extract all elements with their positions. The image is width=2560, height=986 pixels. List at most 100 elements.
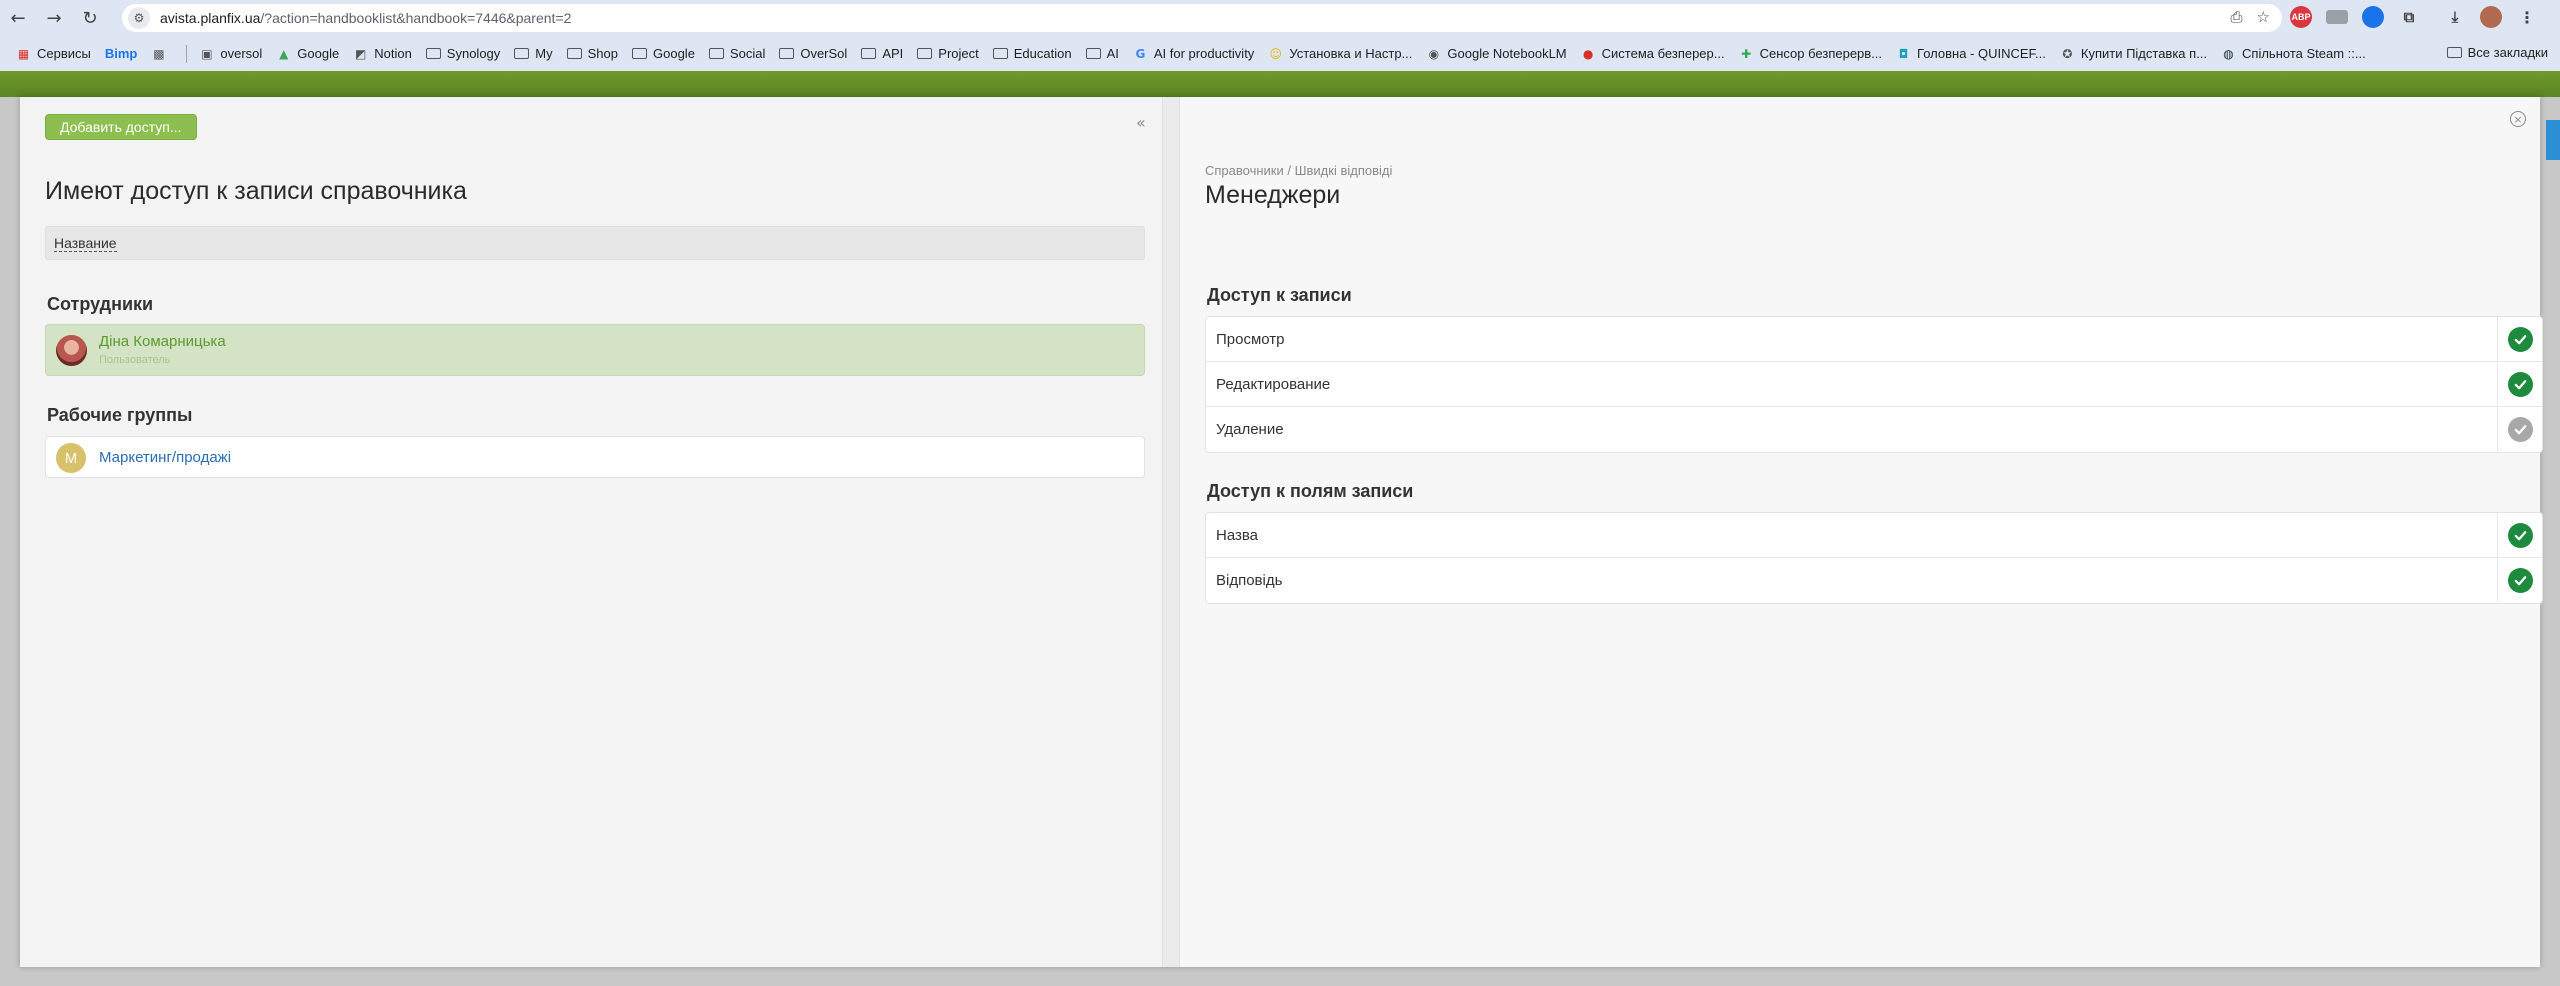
folder-icon [425, 48, 441, 59]
browser-menu-icon[interactable]: ⋮ [2516, 6, 2538, 28]
bookmark-ai-productivity[interactable]: G AI for productivity [1133, 46, 1254, 61]
back-button[interactable]: ← [0, 0, 36, 36]
bookmark-folder-ai[interactable]: AI [1085, 46, 1119, 61]
google-icon: G [1135, 46, 1146, 61]
permission-row-edit: Редактирование [1206, 362, 2542, 407]
page-title: Имеют доступ к записи справочника [45, 177, 467, 205]
bookmark-sensor[interactable]: ✚ Сенсор безперерв... [1739, 46, 1882, 61]
bookmark-notion[interactable]: ◩ Notion [353, 46, 412, 61]
shop-icon: ✪ [2062, 46, 2073, 61]
download-icon[interactable]: ⤓ [2444, 6, 2466, 28]
group-name[interactable]: Маркетинг/продажі [99, 449, 231, 466]
profile-avatar[interactable] [2480, 6, 2502, 28]
red-circle-icon: ● [1582, 46, 1594, 61]
bookmarks-bar: ▦ Сервисы Bimp ▩ ▣ oversol ▲ Google ◩ Notion… [0, 36, 2560, 71]
bookmark-separator [186, 44, 188, 63]
bookmark-folder-oversol[interactable]: OverSol [779, 46, 847, 61]
employees-heading: Сотрудники [47, 294, 154, 314]
reload-button[interactable]: ↻ [72, 0, 108, 36]
adblock-icon[interactable]: ABP [2290, 6, 2312, 28]
bookmark-quincef[interactable]: ◘ Головна - QUINCEF... [1896, 46, 2046, 61]
bookmark-star-icon[interactable]: ☆ [2257, 8, 2270, 26]
folder-icon [1085, 48, 1101, 59]
bookmark-folder-google[interactable]: Google [632, 46, 695, 61]
extensions-bar: ABP ⧉ ⤓ ⋮ [2290, 6, 2538, 28]
bookmark-services[interactable]: ▦ Сервисы [16, 46, 91, 61]
address-bar[interactable]: ⚙ avista.planfix.ua/?action=handbooklist… [122, 4, 2282, 32]
groups-heading: Рабочие группы [47, 405, 193, 425]
group-row[interactable]: М Маркетинг/продажі [45, 436, 1145, 478]
extension-icon[interactable] [2326, 10, 2348, 24]
record-access-heading: Доступ к записи [1207, 285, 1352, 305]
group-avatar: М [56, 443, 86, 473]
field-access-heading: Доступ к полям записи [1207, 481, 1414, 501]
permission-label: Удаление [1216, 421, 1284, 438]
access-list-pane: Добавить доступ... « Имеют доступ к запи… [20, 97, 1162, 967]
employee-role: Пользователь [99, 354, 171, 366]
collapse-panel-icon[interactable]: « [1136, 113, 1146, 132]
check-icon[interactable] [2507, 326, 2533, 352]
steam-icon: ◍ [2223, 46, 2234, 61]
employee-row[interactable]: Діна Комарницька Пользователь [45, 324, 1145, 376]
folder-icon [992, 48, 1008, 59]
bookmark-grid[interactable]: ▩ [151, 46, 172, 61]
employee-name[interactable]: Діна Комарницька [99, 333, 226, 350]
bookmark-folder-social[interactable]: Social [708, 46, 765, 61]
check-icon[interactable] [2507, 371, 2533, 397]
bookmark-notebooklm[interactable]: ◉ Google NotebookLM [1426, 46, 1567, 61]
bitwarden-shield-icon[interactable] [2362, 6, 2384, 28]
check-icon[interactable] [2507, 567, 2533, 593]
bookmark-stand[interactable]: ✪ Купити Підставка п... [2060, 46, 2207, 61]
folder-icon [632, 48, 647, 59]
url-text: avista.planfix.ua/?action=handbooklist&h… [160, 10, 572, 26]
permission-label: Редактирование [1216, 376, 1331, 393]
folder-icon [566, 48, 582, 59]
all-bookmarks[interactable]: Все закладки [2446, 45, 2548, 60]
check-icon[interactable] [2507, 522, 2533, 548]
bookmark-steam[interactable]: ◍ Спільнота Steam ::... [2221, 46, 2365, 61]
grid-icon: ▩ [153, 46, 165, 61]
bookmark-folder-api[interactable]: API [861, 46, 903, 61]
bookmark-folder-my[interactable]: My [514, 46, 553, 61]
bookmark-folder-synology[interactable]: Synology [425, 46, 500, 61]
add-access-button[interactable]: Добавить доступ... [45, 114, 197, 140]
folder-icon [2446, 47, 2462, 58]
check-icon[interactable] [2507, 416, 2533, 442]
notebooklm-icon: ◉ [1428, 46, 1440, 61]
folder-icon [514, 48, 530, 59]
record-title: Менеджери [1205, 181, 1341, 209]
drive-icon: ▲ [279, 46, 289, 61]
plus-icon: ✚ [1741, 46, 1752, 61]
bookmark-folder-project[interactable]: Project [917, 46, 979, 61]
install-app-icon[interactable]: ⎙ [2231, 8, 2243, 26]
folder-icon [779, 48, 795, 59]
smiley-icon: ☺ [1269, 46, 1283, 61]
close-icon[interactable]: × [2510, 111, 2526, 127]
notion-icon: ◩ [355, 46, 367, 61]
field-row-answer: Відповідь [1206, 558, 2542, 603]
bookmark-oversol[interactable]: ▣ oversol [199, 46, 262, 61]
bookmark-google-drive[interactable]: ▲ Google [276, 46, 339, 61]
bookmark-ups-system[interactable]: ● Система безперер... [1581, 46, 1725, 61]
record-access-table: Просмотр Редактирование Удаление [1205, 316, 2543, 453]
omnibox-actions: ⎙ ☆ [2231, 8, 2270, 26]
breadcrumb[interactable]: Справочники / Швидкі відповіді [1205, 163, 1392, 178]
permission-row-view: Просмотр [1206, 317, 2542, 362]
extensions-puzzle-icon[interactable]: ⧉ [2398, 6, 2420, 28]
folder-icon [917, 48, 933, 59]
field-access-table: Назва Відповідь [1205, 512, 2543, 604]
filter-label[interactable]: Название [54, 235, 117, 252]
forward-button[interactable]: → [36, 0, 72, 36]
name-filter[interactable]: Название [45, 226, 1145, 260]
page-icon: ▣ [201, 46, 213, 61]
folder-icon [861, 48, 877, 59]
pane-divider[interactable] [1162, 97, 1180, 967]
bookmark-folder-shop[interactable]: Shop [566, 46, 618, 61]
bookmark-setup[interactable]: ☺ Установка и Настр... [1268, 46, 1413, 61]
access-modal: Добавить доступ... « Имеют доступ к запи… [20, 97, 2543, 967]
site-info-icon[interactable]: ⚙ [128, 7, 150, 29]
folder-icon [708, 48, 724, 59]
bookmark-bimp[interactable]: Bimp [105, 46, 138, 61]
side-panel-tab[interactable] [2546, 120, 2560, 160]
bookmark-folder-education[interactable]: Education [992, 46, 1072, 61]
